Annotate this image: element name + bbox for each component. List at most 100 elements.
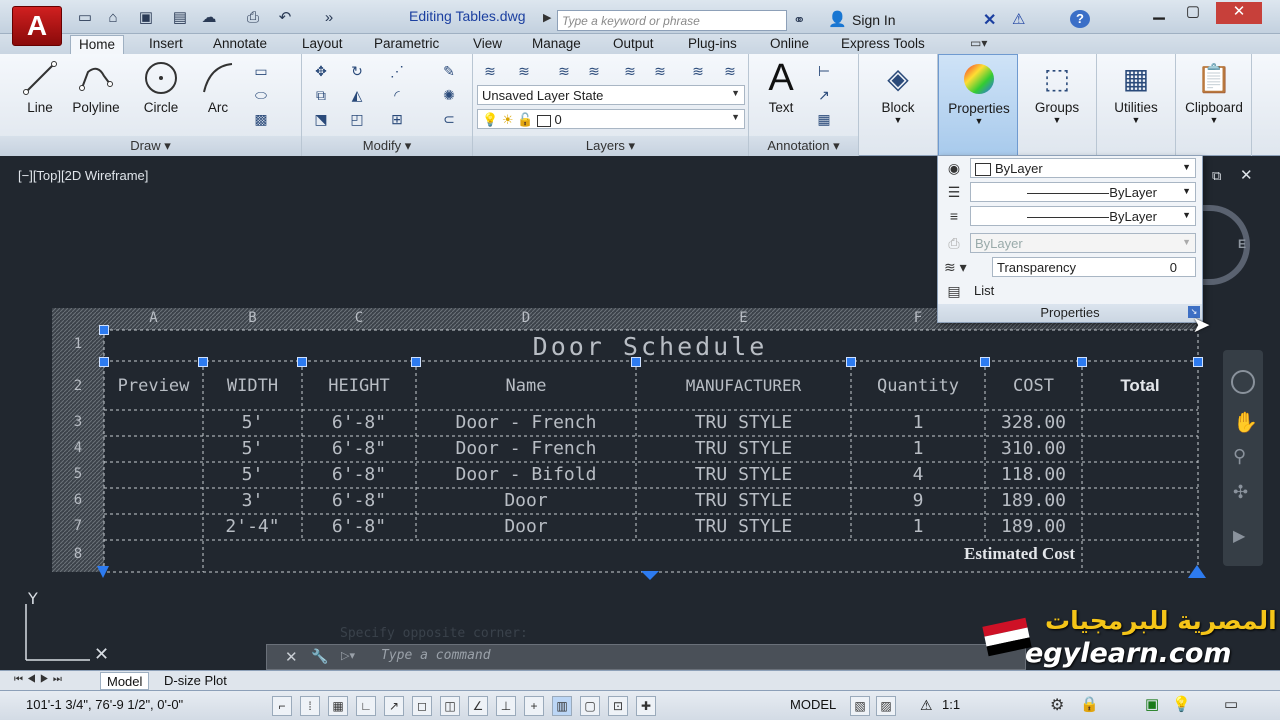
table-cell[interactable]: 4 <box>851 464 985 485</box>
table-cell[interactable]: TRU STYLE <box>636 412 851 433</box>
table-cell[interactable]: 6'-8" <box>302 490 416 511</box>
transparency-slider[interactable]: Transparency 0 <box>992 257 1196 277</box>
annotation-scale[interactable]: 1:1 <box>942 697 960 712</box>
hardware-acceleration-icon[interactable]: ▣ <box>1145 695 1159 713</box>
steering-wheel-icon[interactable] <box>1231 370 1255 394</box>
coordinates-display[interactable]: 101'-1 3/4", 76'-9 1/2", 0'-0" <box>26 697 183 712</box>
table-cell[interactable]: Door - French <box>416 438 636 459</box>
clean-screen-icon[interactable]: ▭ <box>1224 695 1238 713</box>
header-preview[interactable]: Preview <box>104 376 203 396</box>
lock-ui-icon[interactable]: 🔒 <box>1080 695 1099 713</box>
recent-commands-icon[interactable]: ▷▾ <box>341 649 355 662</box>
grip-column-c[interactable] <box>297 357 307 367</box>
quick-properties-icon[interactable]: ⊡ <box>608 696 628 716</box>
ortho-icon[interactable]: ∟ <box>356 696 376 716</box>
header-manufacturer[interactable]: MANUFACTURER <box>636 376 851 395</box>
table-cell[interactable]: TRU STYLE <box>636 516 851 537</box>
table-cell[interactable]: 5' <box>203 438 302 459</box>
header-width[interactable]: WIDTH <box>203 376 302 396</box>
estimated-cost-label[interactable]: Estimated Cost <box>880 544 1075 564</box>
grip-column-e[interactable] <box>631 357 641 367</box>
table-cell[interactable]: Door <box>416 490 636 511</box>
orbit-icon[interactable]: ✣ <box>1233 482 1248 503</box>
table-cell[interactable]: 6'-8" <box>302 438 416 459</box>
table-cell[interactable]: 6'-8" <box>302 516 416 537</box>
grip-column-h[interactable] <box>1077 357 1087 367</box>
quick-view-layouts-icon[interactable]: ▧ <box>850 696 870 716</box>
3d-osnap-icon[interactable]: ◫ <box>440 696 460 716</box>
table-cell[interactable]: 1 <box>851 516 985 537</box>
grip-column-a[interactable] <box>99 357 109 367</box>
plot-style-row: ⎙ ByLayer ▼ <box>942 232 1200 254</box>
header-name[interactable]: Name <box>416 376 636 396</box>
infer-constraints-icon[interactable]: ⌐ <box>272 696 292 716</box>
grip-column-f[interactable] <box>846 357 856 367</box>
table-cell[interactable]: 3' <box>203 490 302 511</box>
table-cell[interactable]: 328.00 <box>985 412 1082 433</box>
table-cell[interactable]: 310.00 <box>985 438 1082 459</box>
table-cell[interactable]: 6'-8" <box>302 464 416 485</box>
selection-cycling-icon[interactable]: ✚ <box>636 696 656 716</box>
table-cell[interactable]: 189.00 <box>985 516 1082 537</box>
ducs-icon[interactable]: ⊥ <box>496 696 516 716</box>
grip-column-end[interactable] <box>1193 357 1203 367</box>
grip-column-d[interactable] <box>411 357 421 367</box>
list-label: List <box>974 283 995 298</box>
list-row[interactable]: ▤ List <box>942 280 1200 302</box>
table-cell[interactable]: 1 <box>851 412 985 433</box>
header-height[interactable]: HEIGHT <box>302 376 416 396</box>
table-title[interactable]: Door Schedule <box>416 332 884 361</box>
grip-bottom-right[interactable] <box>1188 565 1206 578</box>
table-cell[interactable]: 9 <box>851 490 985 511</box>
application-menu-button[interactable]: A <box>12 6 62 46</box>
customize-icon[interactable]: 🔧 <box>311 648 328 665</box>
lineweight-dropdown[interactable]: ByLayer ▼ <box>970 182 1196 202</box>
table-cell[interactable]: 2'-4" <box>203 516 302 537</box>
table-cell[interactable]: 5' <box>203 464 302 485</box>
snap-icon[interactable]: ⁞ <box>300 696 320 716</box>
lineweight-toggle-icon[interactable]: ▥ <box>552 696 572 716</box>
grip-bottom-middle[interactable] <box>641 571 659 580</box>
dyn-icon[interactable]: + <box>524 696 544 716</box>
osnap-icon[interactable]: ◻ <box>412 696 432 716</box>
polar-icon[interactable]: ↗ <box>384 696 404 716</box>
annotation-scale-icon[interactable]: ⚠ <box>920 697 933 714</box>
table-cell[interactable]: TRU STYLE <box>636 438 851 459</box>
quick-view-drawings-icon[interactable]: ▨ <box>876 696 896 716</box>
transparency-icon[interactable]: ≋ ▾ <box>944 258 982 276</box>
tab-model[interactable]: Model <box>100 672 150 690</box>
table-cell[interactable]: Door - Bifold <box>416 464 636 485</box>
list-icon: ▤ <box>947 283 961 299</box>
table-cell[interactable]: 1 <box>851 438 985 459</box>
grip-top-left[interactable] <box>99 325 109 335</box>
isolate-objects-icon[interactable]: 💡 <box>1172 695 1191 713</box>
otrack-icon[interactable]: ∠ <box>468 696 488 716</box>
color-dropdown[interactable]: ByLayer ▼ <box>970 158 1196 178</box>
linetype-dropdown[interactable]: ByLayer ▼ <box>970 206 1196 226</box>
table-cell[interactable]: Door - French <box>416 412 636 433</box>
table-cell[interactable]: Door <box>416 516 636 537</box>
table-cell[interactable]: TRU STYLE <box>636 490 851 511</box>
command-input[interactable]: Type a command <box>381 648 1061 666</box>
tab-d-size-plot[interactable]: D-size Plot <box>158 672 233 690</box>
header-quantity[interactable]: Quantity <box>851 376 985 396</box>
close-command-line-icon[interactable]: ✕ <box>285 648 298 666</box>
tab-navigation-arrows[interactable]: ⏮◀▶⏭ <box>14 674 66 685</box>
zoom-icon[interactable]: ⚲ <box>1233 446 1246 467</box>
header-total[interactable]: Total <box>1082 376 1198 396</box>
table-cell[interactable]: 189.00 <box>985 490 1082 511</box>
table-cell[interactable]: 118.00 <box>985 464 1082 485</box>
workspace-gear-icon[interactable]: ⚙ <box>1050 695 1064 715</box>
header-cost[interactable]: COST <box>985 376 1082 396</box>
table-cell[interactable]: TRU STYLE <box>636 464 851 485</box>
table-cell[interactable]: 5' <box>203 412 302 433</box>
grid-icon[interactable]: ▦ <box>328 696 348 716</box>
status-bar: 101'-1 3/4", 76'-9 1/2", 0'-0" ⌐ ⁞ ▦ ∟ ↗… <box>0 690 1280 720</box>
showmotion-icon[interactable]: ▶ <box>1233 526 1245 546</box>
grip-column-b[interactable] <box>198 357 208 367</box>
table-cell[interactable]: 6'-8" <box>302 412 416 433</box>
pan-icon[interactable]: ✋ <box>1233 410 1258 435</box>
transparency-toggle-icon[interactable]: ▢ <box>580 696 600 716</box>
model-space-button[interactable]: MODEL <box>790 697 836 712</box>
grip-column-g[interactable] <box>980 357 990 367</box>
